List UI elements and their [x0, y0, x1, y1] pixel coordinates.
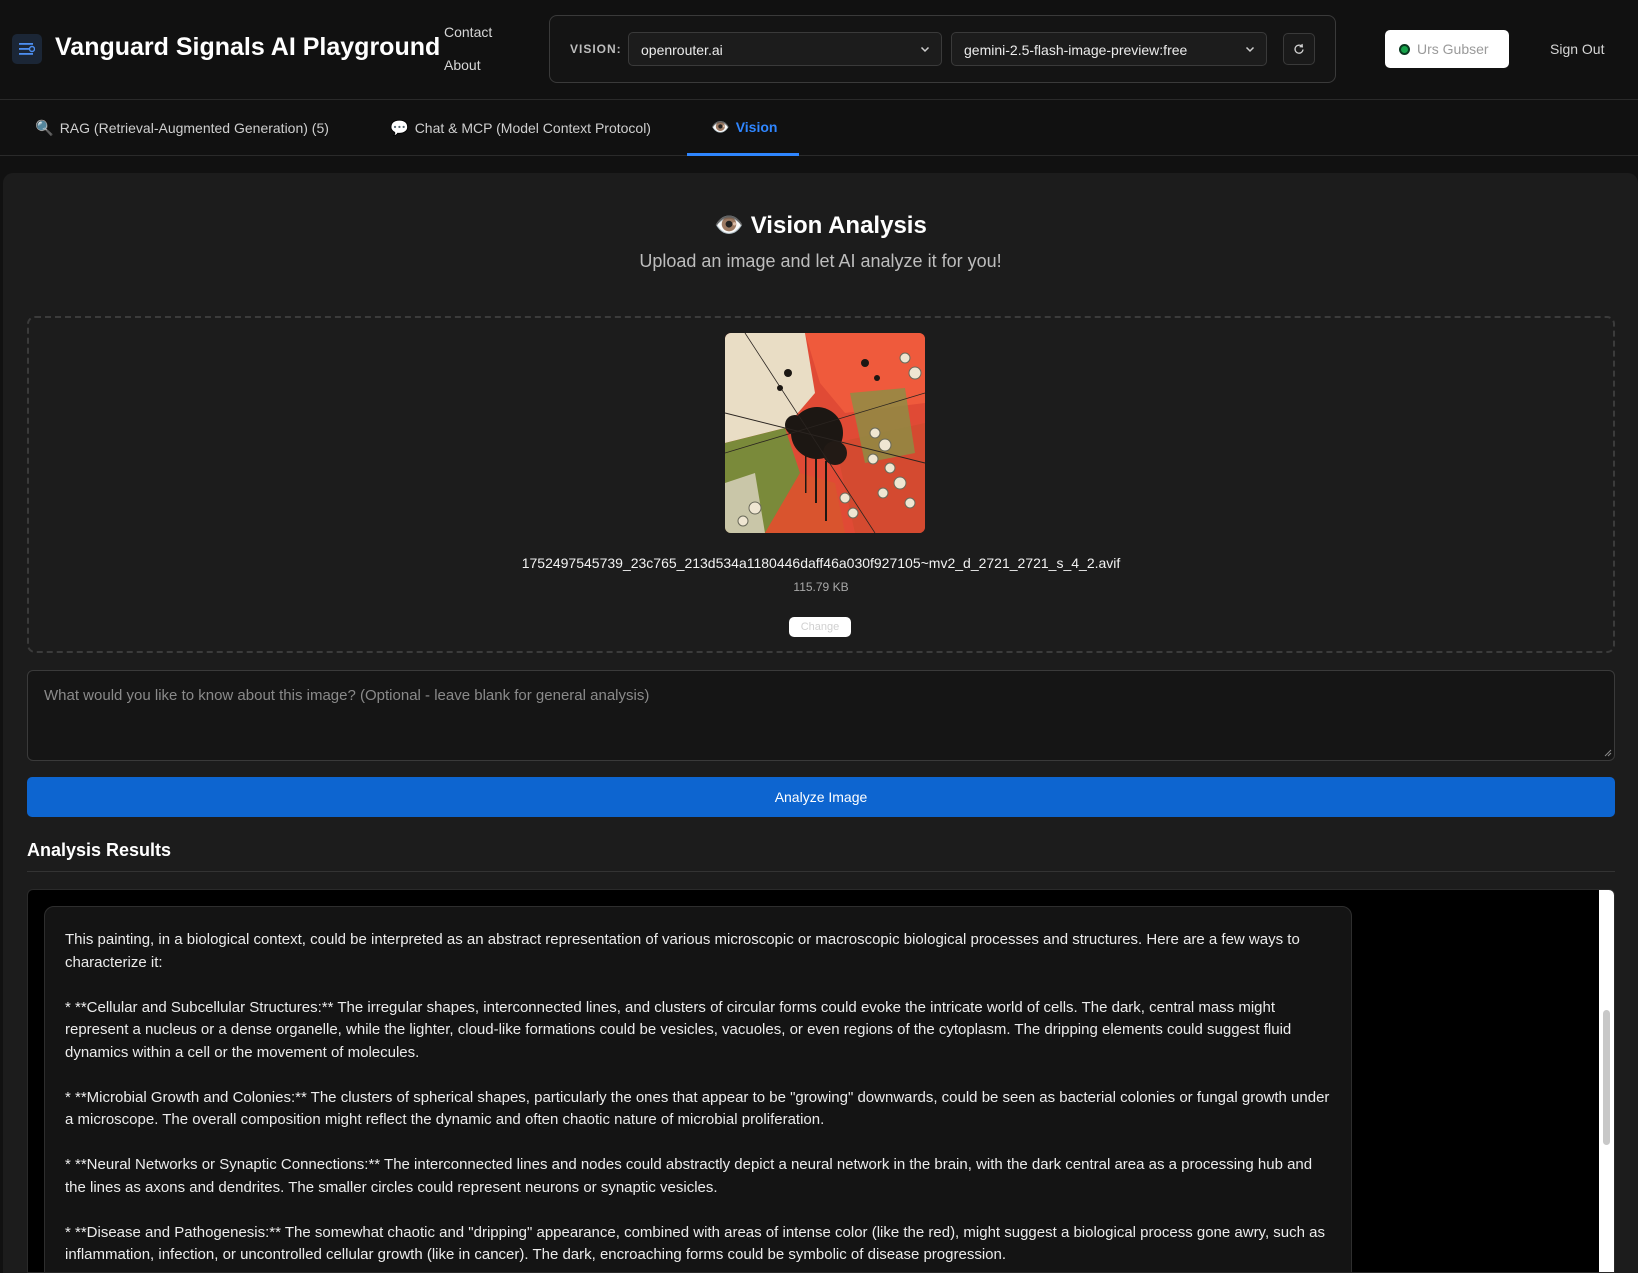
refresh-models-button[interactable]	[1283, 33, 1315, 65]
analysis-result-message: This painting, in a biological context, …	[44, 906, 1352, 1272]
tab-rag[interactable]: 🔍 RAG (Retrieval-Augmented Generation) (…	[35, 100, 329, 156]
vision-label: VISION:	[570, 42, 622, 56]
results-divider	[27, 871, 1615, 872]
results-heading: Analysis Results	[27, 840, 172, 860]
vision-card: 👁️ Vision Analysis Upload an image and l…	[3, 173, 1638, 1273]
eye-icon: 👁️	[714, 212, 745, 239]
page-subtitle: Upload an image and let AI analyze it fo…	[639, 251, 1002, 271]
tab-rag-label: RAG (Retrieval-Augmented Generation) (5)	[59, 120, 329, 136]
file-size: 115.79 KB	[793, 580, 849, 594]
page-title: 👁️ Vision Analysis	[3, 211, 1638, 240]
image-preview	[725, 333, 925, 533]
speech-bubble-icon: 💬	[390, 120, 409, 137]
provider-select-value: openrouter.ai	[641, 42, 723, 58]
image-dropzone[interactable]: 1752497545739_23c765_213d534a1180446daff…	[27, 316, 1615, 653]
change-image-button[interactable]: Change	[789, 617, 851, 637]
user-name: Urs Gubser	[1417, 41, 1489, 57]
app-title: Vanguard Signals AI Playground	[55, 33, 441, 61]
result-paragraph: * **Cellular and Subcellular Structures:…	[65, 998, 1292, 1061]
file-name: 1752497545739_23c765_213d534a1180446daff…	[521, 555, 1121, 571]
tab-vision-label: Vision	[735, 118, 778, 135]
nav-contact-link[interactable]: Contact	[444, 24, 492, 40]
provider-select[interactable]: openrouter.ai	[628, 32, 942, 66]
question-input[interactable]	[27, 670, 1615, 761]
tab-vision[interactable]: 👁️ Vision	[687, 100, 799, 156]
user-profile-button[interactable]: Urs Gubser	[1385, 30, 1509, 68]
model-select[interactable]: gemini-2.5-flash-image-preview:free	[951, 32, 1267, 66]
app-header: Vanguard Signals AI Playground Contact A…	[0, 0, 1638, 100]
results-scrollbar-thumb[interactable]	[1603, 1010, 1610, 1145]
chevron-down-icon	[920, 46, 930, 53]
refresh-icon	[1294, 43, 1304, 54]
online-status-icon	[1399, 43, 1410, 55]
result-paragraph: * **Microbial Growth and Colonies:** The…	[65, 1088, 1330, 1129]
analyze-image-button[interactable]: Analyze Image	[27, 777, 1615, 817]
menu-icon[interactable]	[12, 34, 42, 64]
nav-about-link[interactable]: About	[444, 57, 481, 73]
page-title-text: Vision Analysis	[750, 212, 927, 239]
model-select-value: gemini-2.5-flash-image-preview:free	[964, 42, 1188, 58]
main-tabs: 🔍 RAG (Retrieval-Augmented Generation) (…	[0, 100, 1638, 156]
search-icon: 🔍	[35, 120, 54, 137]
result-paragraph: * **Disease and Pathogenesis:** The some…	[65, 1223, 1325, 1264]
results-panel[interactable]: This painting, in a biological context, …	[27, 889, 1615, 1273]
result-paragraph: This painting, in a biological context, …	[65, 931, 1300, 971]
eye-icon: 👁️	[711, 118, 730, 136]
chevron-down-icon	[1245, 46, 1255, 53]
result-paragraph: * **Neural Networks or Synaptic Connecti…	[65, 1156, 1313, 1196]
tab-chat-mcp-label: Chat & MCP (Model Context Protocol)	[414, 120, 651, 136]
results-scrollbar[interactable]	[1599, 890, 1614, 1272]
tab-chat-mcp[interactable]: 💬 Chat & MCP (Model Context Protocol)	[390, 100, 651, 156]
sign-out-button[interactable]: Sign Out	[1550, 41, 1604, 57]
resize-grip-icon[interactable]	[1604, 749, 1612, 757]
vision-provider-panel: VISION: openrouter.ai gemini-2.5-flash-i…	[549, 15, 1336, 83]
